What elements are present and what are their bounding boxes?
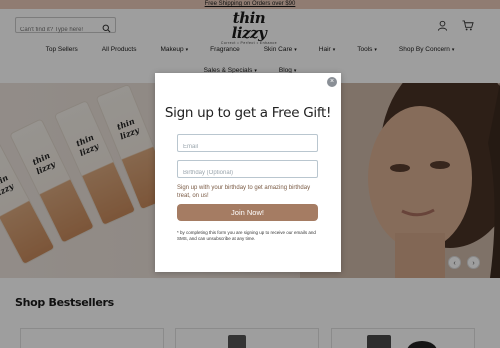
birthday-note: Sign up with your birthday to get amazin… (177, 185, 311, 199)
birthday-input[interactable] (178, 165, 317, 181)
page: Free Shipping on Orders over $90 thin li… (0, 0, 500, 348)
signup-popup: × Sign up to get a Free Gift! Sign up wi… (155, 73, 341, 272)
join-now-button[interactable]: Join Now! (177, 204, 318, 221)
signup-disclaimer: * by completing this form you are signin… (177, 230, 316, 241)
email-input[interactable] (178, 139, 317, 155)
popup-title: Sign up to get a Free Gift! (164, 105, 332, 121)
email-field (177, 134, 318, 155)
close-icon[interactable]: × (327, 77, 337, 87)
birthday-field (177, 160, 318, 181)
